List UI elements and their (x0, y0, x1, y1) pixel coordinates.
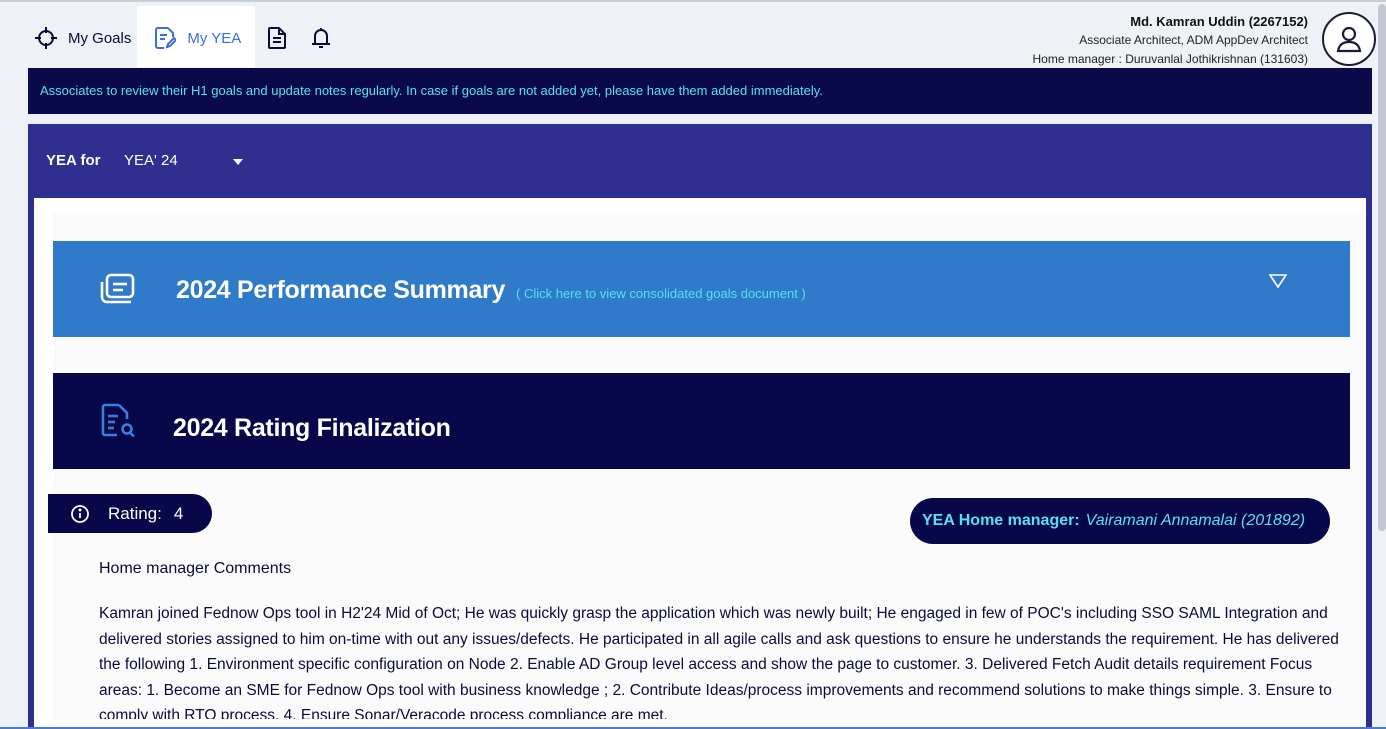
avatar[interactable] (1322, 12, 1376, 66)
document-icon (265, 26, 289, 50)
tab-my-yea[interactable]: My YEA (137, 6, 256, 70)
consolidated-goals-link[interactable]: ( Click here to view consolidated goals … (516, 286, 806, 301)
user-icon (1336, 26, 1362, 53)
performance-summary-title: 2024 Performance Summary (176, 276, 506, 304)
yea-home-manager-badge: YEA Home manager: Vairamani Annamalai (2… (910, 498, 1330, 544)
bell-icon (309, 26, 333, 50)
tab-documents[interactable] (255, 6, 299, 70)
chevron-down-icon[interactable] (233, 159, 243, 165)
tab-notifications[interactable] (299, 6, 343, 70)
performance-summary-panel[interactable]: 2024 Performance Summary ( Click here to… (53, 241, 1350, 337)
yea-select[interactable]: YEA' 24 (124, 152, 244, 169)
user-name: Md. Kamran Uddin (2267152) (1130, 14, 1308, 29)
rating-badge: Rating: 4 (48, 494, 212, 533)
comments-text: Kamran joined Fednow Ops tool in H2'24 M… (99, 605, 1339, 719)
scrollbar[interactable] (1378, 4, 1386, 531)
user-info: Md. Kamran Uddin (2267152) Associate Arc… (1033, 12, 1308, 69)
yea-home-manager-label: YEA Home manager: (922, 512, 1080, 529)
user-home-manager: Home manager : Duruvanlal Jothikrishnan … (1032, 52, 1308, 66)
rating-finalization-panel: 2024 Rating Finalization (53, 373, 1350, 469)
info-icon[interactable] (70, 504, 90, 524)
crosshair-icon (34, 26, 58, 50)
report-icon (99, 273, 137, 310)
tab-my-goals[interactable]: My Goals (28, 6, 137, 70)
notice-banner: Associates to review their H1 goals and … (28, 68, 1372, 114)
user-role: Associate Architect, ADM AppDev Architec… (1079, 33, 1308, 47)
document-edit-icon (153, 26, 177, 50)
top-header: My Goals My YEA Md. Kamran Uddin (226715… (0, 0, 1386, 70)
yea-home-manager-value: Vairamani Annamalai (201892) (1085, 512, 1306, 529)
rating-finalization-title: 2024 Rating Finalization (173, 414, 451, 442)
rating-value: 4 (173, 503, 184, 523)
tab-my-goals-label: My Goals (68, 29, 132, 47)
comments-heading: Home manager Comments (99, 560, 292, 577)
nav-tabs: My Goals My YEA (28, 6, 343, 70)
document-search-icon (99, 403, 139, 444)
expand-triangle-icon[interactable] (1268, 273, 1288, 294)
rating-label: Rating: (108, 503, 162, 523)
yea-for-label: YEA for (46, 152, 101, 169)
tab-my-yea-label: My YEA (187, 29, 242, 47)
